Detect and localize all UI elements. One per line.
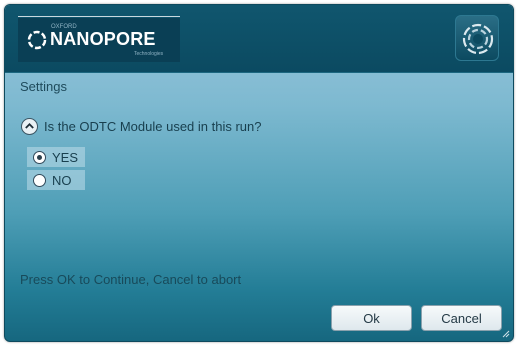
question-row: Is the ODTC Module used in this run? xyxy=(21,117,262,135)
status-text: Press OK to Continue, Cancel to abort xyxy=(20,272,242,287)
logo-suffix: Technologies xyxy=(134,51,164,57)
logo-brand-text: NANOPORE xyxy=(50,29,156,49)
nanopore-app-icon xyxy=(455,15,499,61)
radio-label-yes: YES xyxy=(52,149,79,165)
radio-label-no: NO xyxy=(52,172,72,188)
collapse-up-icon[interactable] xyxy=(21,117,38,135)
nanopore-logo: OXFORD NANOPORE Technologies xyxy=(18,18,180,62)
section-title: Settings xyxy=(20,79,67,94)
cancel-button[interactable]: Cancel xyxy=(421,305,502,331)
dialog-header: OXFORD NANOPORE Technologies xyxy=(5,5,513,73)
nanopore-swirl-icon xyxy=(27,30,47,50)
radio-dot xyxy=(37,154,42,160)
ok-button[interactable]: Ok xyxy=(331,305,412,331)
radio-option-yes[interactable]: YES xyxy=(27,147,85,167)
logo-divider xyxy=(18,16,180,17)
resize-grip-icon[interactable] xyxy=(502,330,510,338)
question-text: Is the ODTC Module used in this run? xyxy=(44,118,262,134)
radio-option-no[interactable]: NO xyxy=(27,170,85,190)
radio-button-checked-icon[interactable] xyxy=(33,150,46,164)
settings-dialog: OXFORD NANOPORE Technologies Settings Is… xyxy=(4,4,514,342)
radio-button-unchecked-icon[interactable] xyxy=(33,173,46,187)
